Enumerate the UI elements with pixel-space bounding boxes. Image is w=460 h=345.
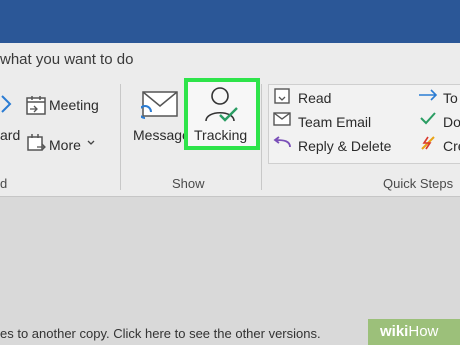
forward-button[interactable]: ard (0, 127, 20, 143)
quick-step-done[interactable]: Do (443, 114, 460, 130)
quick-step-read[interactable]: Read (298, 90, 331, 106)
more-icon (27, 134, 46, 151)
group-separator (120, 84, 121, 190)
meeting-button[interactable]: Meeting (49, 97, 99, 113)
quick-step-team-email[interactable]: Team Email (298, 114, 371, 130)
envelope-icon (141, 91, 178, 119)
create-icon (421, 136, 435, 150)
reply-arrow-icon (1, 95, 12, 113)
check-icon (420, 112, 436, 125)
team-email-icon (273, 112, 291, 126)
group-separator (261, 84, 262, 190)
message-button[interactable]: Message (133, 127, 190, 143)
status-message[interactable]: es to another copy. Click here to see th… (0, 326, 321, 341)
read-icon (274, 88, 290, 104)
tracking-label: Tracking (194, 127, 248, 143)
tell-me-text[interactable]: what you want to do (0, 51, 133, 68)
show-group-label: Show (172, 176, 205, 191)
quick-steps-group-label: Quick Steps (383, 176, 454, 191)
wikihow-watermark: wikiHow (368, 319, 460, 345)
reply-delete-icon (273, 136, 291, 148)
watermark-brand: wiki (380, 323, 409, 340)
calendar-icon (26, 96, 46, 115)
person-check-icon (205, 87, 238, 122)
quick-step-create[interactable]: Cre (443, 138, 460, 154)
quick-step-to[interactable]: To (443, 90, 458, 106)
title-bar (0, 0, 460, 43)
respond-group-label: d (0, 176, 8, 191)
more-button[interactable]: More (49, 137, 81, 153)
quick-step-reply-delete[interactable]: Reply & Delete (298, 138, 391, 154)
chevron-down-icon[interactable] (87, 140, 95, 146)
watermark-how: How (408, 323, 439, 340)
to-arrow-icon (419, 89, 438, 101)
